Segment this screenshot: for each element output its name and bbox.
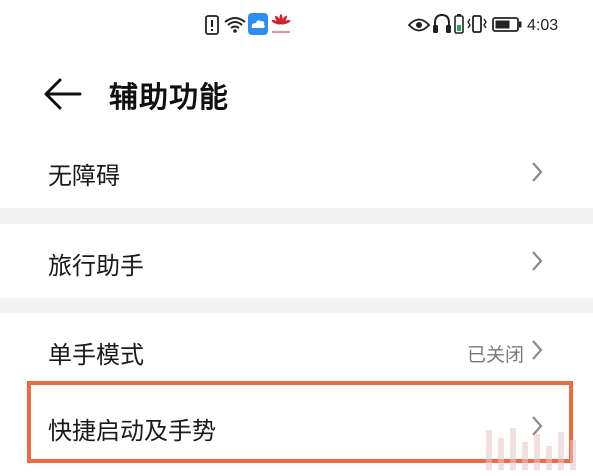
- settings-group-1: 无障碍: [0, 136, 593, 208]
- vibrate-icon: [467, 15, 487, 33]
- eye-comfort-icon: [408, 18, 430, 32]
- chevron-right-icon: [532, 340, 543, 360]
- settings-item-travel-assistant[interactable]: 旅行助手: [0, 224, 593, 298]
- settings-item-accessibility[interactable]: 无障碍: [0, 136, 593, 208]
- page-header: 辅助功能: [0, 52, 593, 136]
- battery-icon: [492, 17, 522, 32]
- wifi-icon: [224, 17, 246, 33]
- watermark-graphic: [486, 428, 576, 470]
- settings-group-2: 旅行助手: [0, 224, 593, 298]
- settings-item-label: 快捷启动及手势: [48, 417, 216, 445]
- huawei-logo-icon: [271, 14, 291, 33]
- chevron-right-icon: [532, 162, 543, 182]
- settings-item-label: 单手模式: [48, 341, 144, 369]
- settings-item-label: 旅行助手: [48, 252, 144, 280]
- settings-item-status: 已关闭: [466, 344, 524, 366]
- settings-item-one-handed-mode[interactable]: 单手模式 已关闭: [0, 313, 593, 387]
- status-time: 4:03: [527, 17, 559, 34]
- page-title: 辅助功能: [109, 80, 230, 114]
- headset-icon: [433, 14, 451, 33]
- arrow-left-icon[interactable]: [40, 74, 86, 114]
- cloud-app-icon: [248, 13, 268, 35]
- alert-sim-icon: [205, 15, 219, 35]
- settings-item-label: 无障碍: [48, 162, 120, 190]
- chevron-right-icon: [532, 251, 543, 271]
- battery-saver-icon: [454, 14, 464, 34]
- status-bar: 4:03: [0, 0, 593, 52]
